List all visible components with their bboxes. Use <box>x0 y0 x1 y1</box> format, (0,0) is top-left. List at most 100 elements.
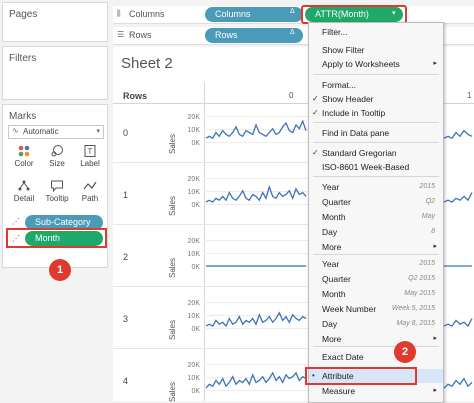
callout-badge-2: 2 <box>394 341 416 363</box>
sales-line <box>205 311 307 328</box>
check-icon: ✓ <box>312 94 319 103</box>
menu-item-continuous-quarter[interactable]: Quarter Q2 2015 <box>309 272 443 286</box>
tick-label: 20K <box>187 300 200 307</box>
sales-line <box>444 318 473 328</box>
row-label: 2 <box>123 252 129 262</box>
row-divider <box>113 286 308 287</box>
tick-label: 20K <box>187 238 200 245</box>
menu-item-example: 2015 <box>419 183 435 190</box>
menu-separator <box>313 122 439 123</box>
tick-label: 10K <box>187 375 200 382</box>
sales-sparkline <box>204 178 308 205</box>
label-button[interactable]: T Label <box>77 145 103 168</box>
show-header-label: Show Header <box>322 94 374 104</box>
menu-item-discrete-year[interactable]: Year 2015 <box>309 180 443 194</box>
color-button[interactable]: Color <box>11 145 37 168</box>
submenu-arrow-icon: ▸ <box>433 243 437 250</box>
detail-button[interactable]: Detail <box>11 180 37 203</box>
menu-item-apply-to-worksheets[interactable]: Apply to Worksheets ▸ <box>309 57 443 71</box>
columns-pill[interactable]: Columns <box>205 7 303 22</box>
standard-gregorian-label: Standard Gregorian <box>322 148 397 158</box>
menu-item-standard-gregorian[interactable]: ✓ Standard Gregorian <box>309 146 443 160</box>
label-label: Label <box>80 159 100 168</box>
menu-item-discrete-day[interactable]: Day 8 <box>309 225 443 239</box>
row-divider <box>113 224 308 225</box>
rows-shelf-label: Rows <box>129 30 152 40</box>
label-icon: T <box>84 145 96 157</box>
menu-item-measure[interactable]: Measure ▸ <box>309 384 443 398</box>
menu-item-discrete-quarter[interactable]: Quarter Q2 <box>309 195 443 209</box>
menu-item-label: Year <box>322 182 340 192</box>
menu-item-label: Month <box>322 289 346 299</box>
menu-item-iso-8601[interactable]: ISO-8601 Week-Based <box>309 160 443 174</box>
menu-item-filter[interactable]: Filter... <box>309 25 443 39</box>
menu-item-continuous-more[interactable]: More ▸ <box>309 332 443 346</box>
size-icon <box>51 145 63 157</box>
check-icon: ✓ <box>312 148 319 157</box>
sales-line <box>444 377 473 389</box>
menu-item-label: Month <box>322 212 346 222</box>
tooltip-button[interactable]: Tooltip <box>44 180 70 203</box>
menu-item-exact-date[interactable]: Exact Date <box>309 350 443 364</box>
detail-icon <box>18 180 30 191</box>
menu-item-continuous-year[interactable]: Year 2015 <box>309 257 443 271</box>
menu-item-continuous-month[interactable]: Month May 2015 <box>309 287 443 301</box>
menu-item-label: Year <box>322 259 340 269</box>
menu-item-show-header[interactable]: ✓ Show Header <box>309 92 443 106</box>
tick-label: 10K <box>187 127 200 134</box>
detail-label: Detail <box>13 194 35 203</box>
tick-label: 0K <box>191 140 200 147</box>
marks-title: Marks <box>9 111 37 122</box>
sheet-title: Sheet 2 <box>121 55 173 72</box>
month-pill[interactable]: Month <box>25 231 103 246</box>
row-label: 0 <box>123 128 129 138</box>
path-button[interactable]: Path <box>77 180 103 203</box>
menu-item-continuous-day[interactable]: Day May 8, 2015 <box>309 317 443 331</box>
menu-separator <box>313 142 439 143</box>
menu-item-format[interactable]: Format... <box>309 78 443 92</box>
menu-separator <box>313 254 439 255</box>
sales-line <box>444 129 473 140</box>
sales-sparkline-partial <box>444 318 473 328</box>
mark-type-dropdown[interactable]: ∿ Automatic ▾ <box>8 125 104 139</box>
rows-header: Rows <box>123 91 148 101</box>
rows-pill[interactable]: Rows <box>205 28 303 43</box>
menu-item-example: May 8, 2015 <box>396 320 435 327</box>
color-label: Color <box>14 159 34 168</box>
field-context-menu: Filter... Show Filter Apply to Worksheet… <box>305 22 444 403</box>
pages-card: Pages <box>2 2 108 42</box>
menu-item-include-in-tooltip[interactable]: ✓ Include in Tooltip <box>309 106 443 120</box>
submenu-arrow-icon: ▸ <box>433 335 437 342</box>
apply-to-worksheets-label: Apply to Worksheets <box>322 59 400 69</box>
menu-item-example: May 2015 <box>404 290 435 297</box>
menu-item-show-filter[interactable]: Show Filter <box>309 43 443 57</box>
menu-item-label: Quarter <box>322 274 351 284</box>
size-button[interactable]: Size <box>44 145 70 168</box>
row-divider <box>113 348 308 349</box>
tick-label: 0K <box>191 264 200 271</box>
tick-label: 0K <box>191 388 200 395</box>
menu-item-find-in-data-pane[interactable]: Find in Data pane <box>309 126 443 140</box>
row-label: 4 <box>123 376 129 386</box>
path-icon <box>83 181 97 190</box>
tick-label: 10K <box>187 189 200 196</box>
filters-title: Filters <box>9 53 37 64</box>
delta-icon: Δ <box>290 8 295 15</box>
menu-item-continuous-week-number[interactable]: Week Number Week 5, 2015 <box>309 302 443 316</box>
row-label: 1 <box>123 190 129 200</box>
hierarchy-icon: ⋰ <box>12 217 20 226</box>
tick-label: 20K <box>187 114 200 121</box>
row-divider <box>113 162 308 163</box>
tick-label: 20K <box>187 176 200 183</box>
menu-item-example: 8 <box>431 228 435 235</box>
submenu-arrow-icon: ▸ <box>433 60 437 67</box>
tooltip-label: Tooltip <box>45 194 69 203</box>
svg-text:T: T <box>88 147 93 156</box>
menu-item-label: More <box>322 334 342 344</box>
menu-separator <box>313 74 439 75</box>
tooltip-icon <box>51 180 63 192</box>
sales-line <box>444 192 473 203</box>
menu-item-discrete-more[interactable]: More ▸ <box>309 240 443 254</box>
menu-item-discrete-month[interactable]: Month May <box>309 210 443 224</box>
rows-shelf-icon: ☰ <box>117 30 125 39</box>
